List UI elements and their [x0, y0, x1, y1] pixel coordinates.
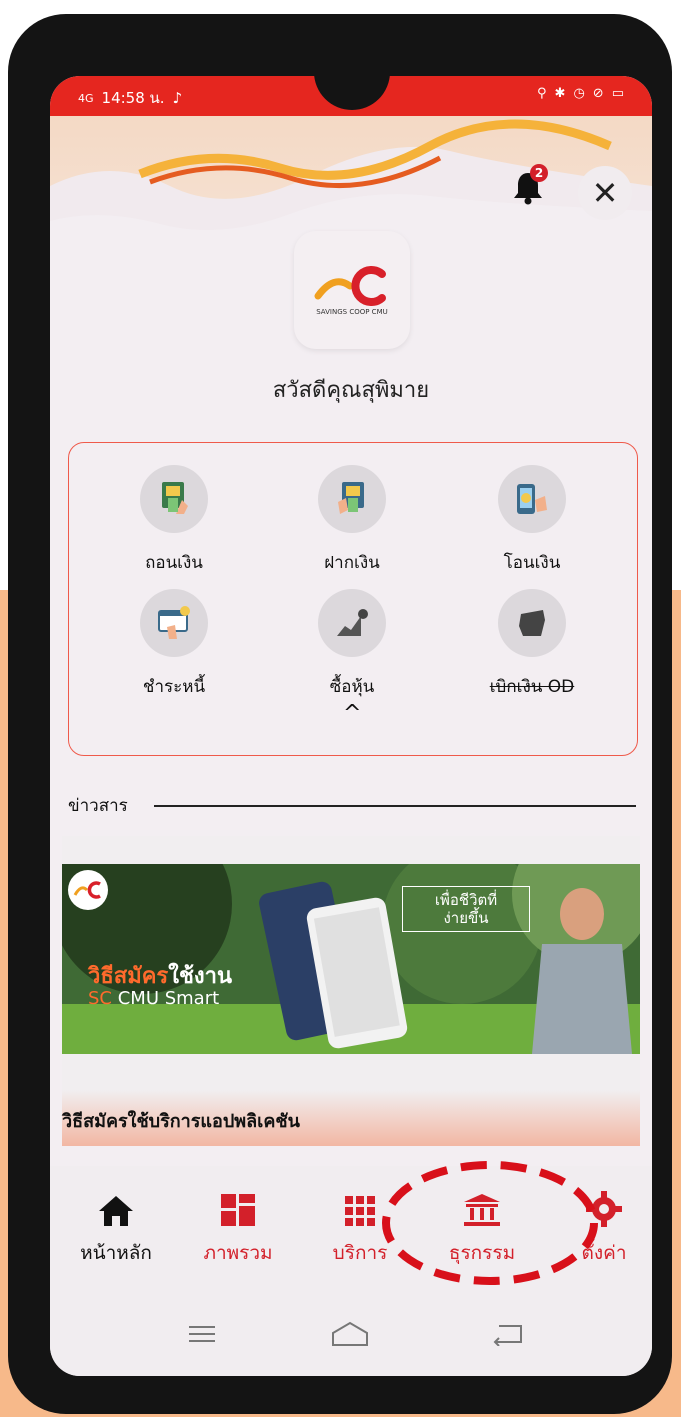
logo-text: SAVINGS COOP CMU: [316, 308, 388, 316]
gear-icon: [544, 1186, 652, 1228]
banner-subheadline: SC CMU Smart: [88, 988, 220, 1009]
atm-withdraw-icon: [140, 465, 208, 533]
notification-button[interactable]: 2: [506, 164, 550, 210]
bill-payment-icon: [140, 589, 208, 657]
back-arrow-icon: [493, 1325, 522, 1346]
stock-chart-icon: [318, 589, 386, 657]
location-icon: ⚲: [537, 86, 547, 101]
phone-transfer-icon: [498, 465, 566, 533]
news-section-header: ข่าวสาร: [68, 792, 636, 822]
menu-debt-payment[interactable]: ชำระหนี้: [99, 589, 249, 700]
home-outline-icon: [332, 1321, 368, 1346]
atm-deposit-icon: [318, 465, 386, 533]
menu-button[interactable]: [172, 1314, 232, 1354]
close-icon: ✕: [591, 174, 619, 212]
nav-settings[interactable]: ตั้งค่า: [544, 1186, 652, 1268]
clock: 14:58 น.: [101, 89, 165, 107]
home-button[interactable]: [320, 1314, 380, 1354]
notification-badge: 2: [530, 164, 548, 182]
nav-home[interactable]: หน้าหลัก: [56, 1186, 176, 1268]
menu-deposit[interactable]: ฝากเงิน: [277, 465, 427, 576]
alarm-icon: ◷: [573, 86, 585, 101]
nav-transactions[interactable]: ธุรกรรม: [422, 1186, 542, 1268]
home-icon: [56, 1186, 176, 1228]
menu-buy-shares[interactable]: ซื้อหุ้น: [277, 589, 427, 700]
app-screen: 4G 14:58 น. ♪ ⚲ ✱ ◷ ⊘ ▭ 2 ✕ SAVINGS COOP…: [50, 76, 652, 1376]
signal-indicator: 4G: [78, 91, 94, 105]
menu-withdraw[interactable]: ถอนเงิน: [99, 465, 249, 576]
app-logo: SAVINGS COOP CMU: [294, 231, 410, 349]
back-button[interactable]: [478, 1314, 538, 1354]
mute-icon: ⊘: [592, 86, 604, 101]
grid-icon: [300, 1186, 420, 1228]
phone-frame: 4G 14:58 น. ♪ ⚲ ✱ ◷ ⊘ ▭ 2 ✕ SAVINGS COOP…: [8, 14, 672, 1414]
banner-tagline: เพื่อชีวิตที่ ง่ายขึ้น: [402, 886, 530, 932]
news-card[interactable]: วิธีสมัครใช้งาน SC CMU Smart เพื่อชีวิตท…: [62, 836, 640, 1146]
section-divider: [154, 805, 636, 807]
news-section-title: ข่าวสาร: [68, 792, 140, 819]
bank-icon: [422, 1186, 542, 1228]
system-navigation-bar: [50, 1296, 652, 1376]
greeting-text: สวัสดีคุณสุพิมาย: [272, 378, 430, 403]
quick-menu: ถอนเงิน ฝากเงิน โอนเงิน ชำระหนี้ ซื้อหุ้…: [68, 442, 638, 756]
sc-logo-icon: [314, 266, 386, 306]
money-bag-icon: [498, 589, 566, 657]
news-banner-image: วิธีสมัครใช้งาน SC CMU Smart เพื่อชีวิตท…: [62, 864, 640, 1054]
menu-od-withdraw[interactable]: เบิกเงิน OD: [457, 589, 607, 700]
bluetooth-icon: ✱: [554, 86, 566, 101]
menu-transfer[interactable]: โอนเงิน: [457, 465, 607, 576]
nav-services[interactable]: บริการ: [300, 1186, 420, 1268]
nav-overview[interactable]: ภาพรวม: [178, 1186, 298, 1268]
tiktok-icon: ♪: [172, 89, 183, 107]
collapse-menu-button[interactable]: ^: [343, 701, 361, 726]
battery-icon: ▭: [611, 86, 624, 101]
bottom-navigation: หน้าหลัก ภาพรวม บริการ ธุรกรรม ตั้งค่า: [50, 1166, 652, 1296]
menu-lines-icon: [189, 1326, 215, 1342]
close-button[interactable]: ✕: [578, 166, 632, 220]
news-caption: วิธีสมัครใช้บริการแอปพลิเคชัน: [62, 1111, 300, 1132]
banner-logo-icon: [68, 870, 108, 910]
dashboard-icon: [178, 1186, 298, 1228]
